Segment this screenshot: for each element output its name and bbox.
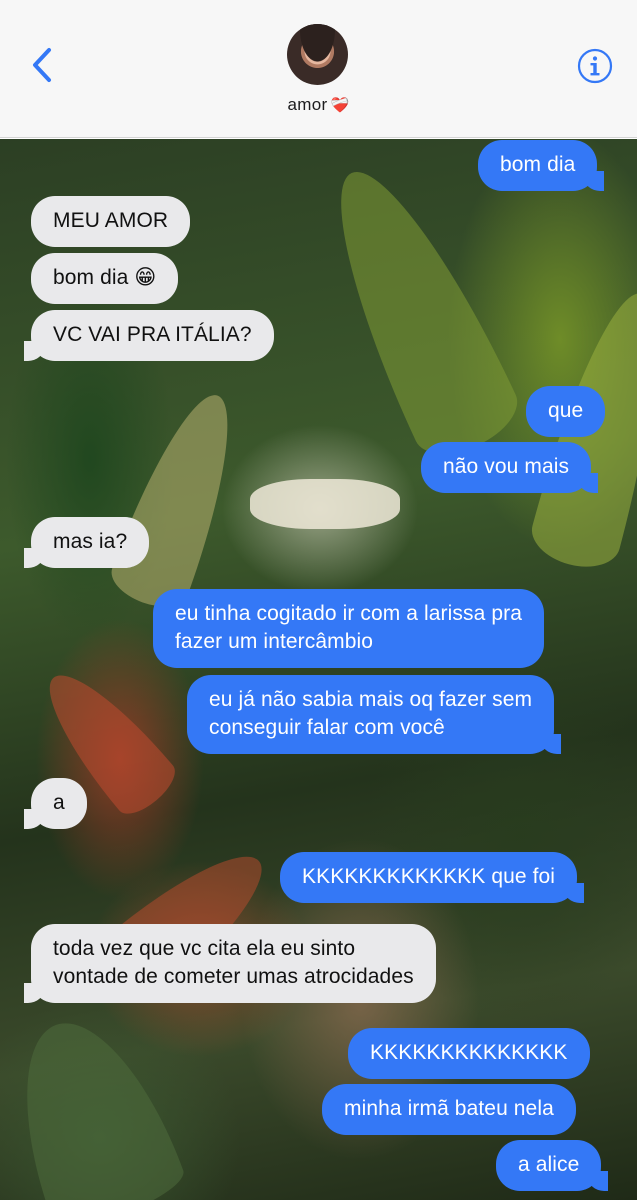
contact-avatar[interactable] (287, 24, 348, 85)
background-leaf (104, 381, 256, 617)
message-bubble-outgoing[interactable]: KKKKKKKKKKKKKK (348, 1028, 590, 1079)
back-button[interactable] (22, 40, 62, 90)
contact-name: amor (287, 95, 328, 114)
conversation-header: amor ❤️‍🩹 (0, 0, 637, 138)
message-bubble-outgoing[interactable]: eu tinha cogitado ir com a larissa pra f… (153, 589, 544, 668)
contact-name-row[interactable]: amor ❤️‍🩹 (0, 95, 637, 115)
message-bubble-incoming[interactable]: toda vez que vc cita ela eu sinto vontad… (24, 924, 436, 1003)
message-bubble-outgoing[interactable]: não vou mais (421, 442, 599, 493)
message-bubble-incoming[interactable]: VC VAI PRA ITÁLIA? (24, 310, 274, 361)
background-leaf (0, 1001, 190, 1200)
background-plate (250, 479, 400, 529)
info-circle-icon (577, 48, 613, 84)
message-bubble-outgoing[interactable]: eu já não sabia mais oq fazer sem conseg… (187, 675, 562, 754)
chevron-left-icon (33, 48, 51, 82)
message-bubble-outgoing[interactable]: bom dia (478, 140, 605, 191)
info-button[interactable] (577, 48, 613, 84)
message-bubble-incoming[interactable]: mas ia? (23, 517, 150, 568)
message-bubble-outgoing[interactable]: minha irmã bateu nela (322, 1084, 576, 1135)
message-bubble-incoming[interactable]: a (24, 778, 87, 829)
background-leaf (301, 149, 529, 469)
message-bubble-outgoing[interactable]: que (526, 386, 606, 437)
mending-heart-icon: ❤️‍🩹 (330, 97, 350, 114)
message-bubble-outgoing[interactable]: KKKKKKKKKKKKK que foi (280, 852, 585, 903)
message-bubble-incoming[interactable]: bom dia 😁 (31, 253, 179, 304)
message-bubble-outgoing[interactable]: a alice (496, 1140, 609, 1191)
message-bubble-incoming[interactable]: MEU AMOR (31, 196, 191, 247)
